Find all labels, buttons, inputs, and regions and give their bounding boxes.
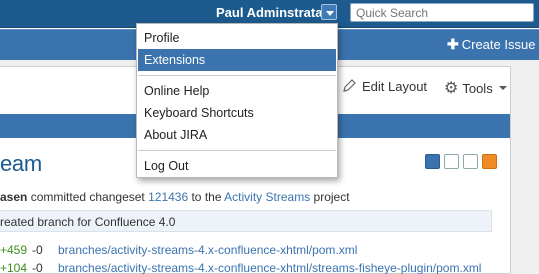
pencil-icon bbox=[343, 79, 356, 92]
menu-item-about-jira[interactable]: About JIRA bbox=[138, 124, 336, 146]
activity-to: to the bbox=[188, 190, 225, 204]
menu-item-profile[interactable]: Profile bbox=[138, 27, 336, 49]
user-dropdown-menu: Profile Extensions Online Help Keyboard … bbox=[136, 23, 338, 178]
tools-menu-button[interactable]: ⚙ Tools bbox=[444, 78, 507, 98]
create-issue-label: Create Issue bbox=[461, 37, 536, 52]
menu-item-log-out[interactable]: Log Out bbox=[138, 155, 336, 177]
lines-added: +104 bbox=[0, 261, 28, 274]
file-change-row: +459 -0 branches/activity-streams-4.x-conf… bbox=[0, 243, 357, 257]
gadget-view-controls bbox=[425, 154, 497, 169]
gadget-title: eam bbox=[0, 151, 42, 176]
chevron-down-icon bbox=[498, 86, 507, 90]
activity-suffix: project bbox=[310, 190, 350, 204]
lines-removed: -0 bbox=[32, 261, 43, 274]
project-link[interactable]: Activity Streams bbox=[224, 190, 310, 204]
lines-removed: -0 bbox=[32, 243, 43, 257]
filter-icon[interactable] bbox=[463, 154, 478, 169]
file-path-link[interactable]: branches/activity-streams-4.x-confluence… bbox=[58, 243, 357, 257]
user-name-link[interactable]: Paul Adminstrata bbox=[216, 5, 322, 20]
rss-icon[interactable] bbox=[482, 154, 497, 169]
menu-divider bbox=[138, 75, 336, 76]
commit-message: reated branch for Confluence 4.0 bbox=[0, 210, 492, 232]
create-issue-button[interactable]: ✚ Create Issue bbox=[447, 36, 535, 53]
changeset-link[interactable]: 121436 bbox=[148, 190, 188, 204]
file-change-row: +104 -0 branches/activity-streams-4.x-conf… bbox=[0, 261, 481, 274]
edit-layout-button[interactable]: Edit Layout bbox=[341, 78, 427, 94]
activity-entry: asen committed changeset 121436 to the A… bbox=[0, 190, 350, 204]
plus-icon: ✚ bbox=[447, 36, 459, 52]
lines-added: +459 bbox=[0, 243, 28, 257]
quick-search-input[interactable] bbox=[350, 3, 534, 22]
menu-item-online-help[interactable]: Online Help bbox=[138, 80, 336, 102]
activity-verb: committed changeset bbox=[27, 190, 149, 204]
detail-view-icon[interactable] bbox=[444, 154, 459, 169]
menu-item-keyboard-shortcuts[interactable]: Keyboard Shortcuts bbox=[138, 102, 336, 124]
edit-layout-label: Edit Layout bbox=[362, 78, 428, 94]
tools-label: Tools bbox=[462, 80, 493, 96]
file-path-link[interactable]: branches/activity-streams-4.x-confluence… bbox=[58, 261, 481, 274]
activity-actor[interactable]: asen bbox=[0, 190, 27, 204]
menu-item-extensions[interactable]: Extensions bbox=[138, 49, 336, 71]
gear-icon: ⚙ bbox=[444, 80, 459, 97]
menu-divider bbox=[138, 150, 336, 151]
chevron-down-icon[interactable] bbox=[321, 4, 337, 20]
list-view-icon[interactable] bbox=[425, 154, 440, 169]
